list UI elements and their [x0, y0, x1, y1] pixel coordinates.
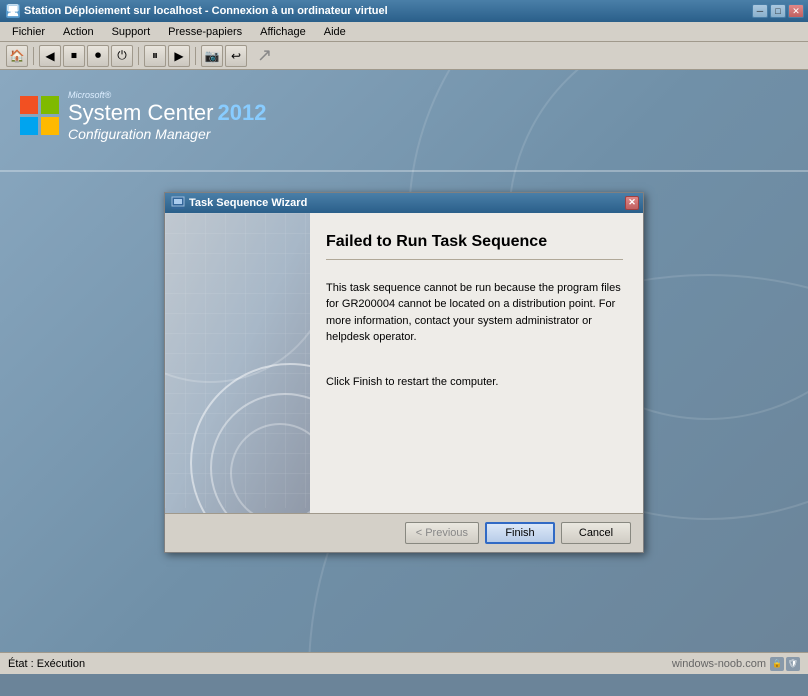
dialog-finish-text: Click Finish to restart the computer. — [326, 376, 623, 388]
cursor-indicator: ↗ — [257, 45, 272, 66]
menu-aide[interactable]: Aide — [316, 24, 354, 40]
minimize-button[interactable]: ─ — [752, 4, 768, 18]
menu-support[interactable]: Support — [104, 24, 159, 40]
menu-action[interactable]: Action — [55, 24, 102, 40]
toolbar-btn-home[interactable]: 🏠 — [6, 45, 28, 67]
menu-presse-papiers[interactable]: Presse-papiers — [160, 24, 250, 40]
toolbar-btn-play[interactable]: ▶ — [168, 45, 190, 67]
dialog-body: Failed to Run Task Sequence This task se… — [165, 213, 643, 513]
title-bar-left: 🖥 Station Déploiement sur localhost - Co… — [6, 4, 388, 18]
dialog-title-label: Task Sequence Wizard — [189, 197, 307, 209]
toolbar-separator-2 — [138, 47, 139, 65]
toolbar-btn-record[interactable]: ⏺ — [87, 45, 109, 67]
status-left: État : Exécution — [8, 658, 85, 670]
sidebar-grid-art — [165, 213, 310, 508]
cancel-button[interactable]: Cancel — [561, 522, 631, 544]
dialog-close-button[interactable]: ✕ — [625, 196, 639, 210]
status-watermark: windows-noob.com — [672, 658, 766, 670]
dialog-error-title: Failed to Run Task Sequence — [326, 233, 623, 260]
dialog-title-bar: Task Sequence Wizard ✕ — [165, 193, 643, 213]
dialog-sidebar — [165, 213, 310, 513]
dialog-overlay: Task Sequence Wizard ✕ — [0, 70, 808, 674]
close-button[interactable]: ✕ — [788, 4, 804, 18]
toolbar-btn-capture[interactable]: 📷 — [201, 45, 223, 67]
dialog-error-body: This task sequence cannot be run because… — [326, 280, 623, 346]
status-value: Exécution — [37, 658, 85, 670]
previous-button[interactable]: < Previous — [405, 522, 479, 544]
status-icon-lock: 🔒 — [770, 657, 784, 671]
window-controls[interactable]: ─ □ ✕ — [752, 4, 804, 18]
status-label: État : — [8, 658, 34, 670]
toolbar-separator-3 — [195, 47, 196, 65]
finish-button[interactable]: Finish — [485, 522, 555, 544]
toolbar-btn-power[interactable]: ⏻ — [111, 45, 133, 67]
toolbar-btn-pause[interactable]: ⏸ — [144, 45, 166, 67]
dialog-main-content: Failed to Run Task Sequence This task se… — [310, 213, 643, 513]
main-content: Microsoft® System Center 2012 Configurat… — [0, 70, 808, 674]
menu-affichage[interactable]: Affichage — [252, 24, 314, 40]
dialog-title-left: Task Sequence Wizard — [171, 196, 307, 210]
toolbar-separator-1 — [33, 47, 34, 65]
toolbar-btn-stop[interactable]: ⏹ — [63, 45, 85, 67]
menu-bar: Fichier Action Support Presse-papiers Af… — [0, 22, 808, 42]
dialog-footer: < Previous Finish Cancel — [165, 513, 643, 552]
maximize-button[interactable]: □ — [770, 4, 786, 18]
toolbar-btn-back[interactable]: ◀ — [39, 45, 61, 67]
status-right: windows-noob.com 🔒 🛡 — [672, 657, 800, 671]
status-icon-shield: 🛡 — [786, 657, 800, 671]
dialog-title-icon — [171, 196, 185, 210]
toolbar-btn-undo[interactable]: ↩ — [225, 45, 247, 67]
menu-fichier[interactable]: Fichier — [4, 24, 53, 40]
app-icon: 🖥 — [6, 4, 20, 18]
window-title: Station Déploiement sur localhost - Conn… — [24, 5, 388, 17]
status-bar: État : Exécution windows-noob.com 🔒 🛡 — [0, 652, 808, 674]
task-sequence-wizard-dialog: Task Sequence Wizard ✕ — [164, 192, 644, 553]
status-icons: 🔒 🛡 — [770, 657, 800, 671]
title-bar: 🖥 Station Déploiement sur localhost - Co… — [0, 0, 808, 22]
toolbar: 🏠 ◀ ⏹ ⏺ ⏻ ⏸ ▶ 📷 ↩ ↗ — [0, 42, 808, 70]
